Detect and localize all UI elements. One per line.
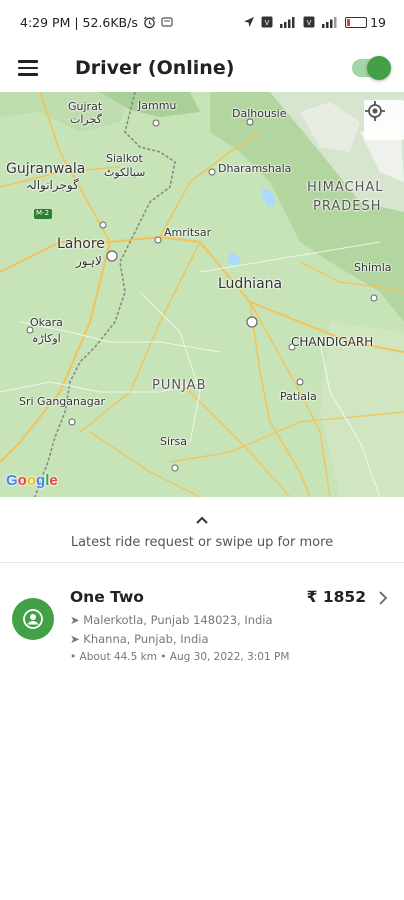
google-letter: g <box>36 472 46 489</box>
google-attribution: Google <box>6 472 58 489</box>
map-label-patiala: Patiala <box>280 390 317 403</box>
alarm-icon <box>143 16 156 29</box>
map-label-ludhiana: Ludhiana <box>218 276 283 292</box>
svg-text:V: V <box>307 19 312 27</box>
ride-meta: • About 44.5 km • Aug 30, 2022, 3:01 PM <box>70 651 290 663</box>
ride-request-item[interactable]: One Two ₹ 1852 ➤ Malerkotla, Punjab 1480… <box>0 570 404 680</box>
rider-name: One Two <box>70 588 144 606</box>
map-label-punjab: PUNJAB <box>152 378 207 393</box>
map-label-gujrat: Gujrat <box>68 100 103 113</box>
map-label-m2: M-2 <box>36 209 50 217</box>
status-right: V V 19 <box>243 15 386 30</box>
map-label-dharamshala: Dharamshala <box>218 162 292 175</box>
app-bar: Driver (Online) <box>0 44 404 92</box>
my-location-button[interactable] <box>364 100 404 140</box>
map-label-dalhousie: Dalhousie <box>232 107 287 120</box>
map-label-lahore-urdu: لاہور <box>76 254 102 268</box>
sheet-hint: Latest ride request or swipe up for more <box>70 535 334 550</box>
online-toggle[interactable] <box>352 56 391 80</box>
map-label-shimla: Shimla <box>354 261 392 274</box>
google-letter: o <box>26 472 37 489</box>
google-letter: e <box>49 472 58 489</box>
status-time-speed: 4:29 PM | 52.6KB/s <box>20 14 138 30</box>
map-label-sialkot-urdu: سیالکوٹ <box>104 166 146 179</box>
chevron-right-icon <box>378 590 388 610</box>
map-label-pradesh: PRADESH <box>313 199 382 214</box>
divider <box>0 562 404 563</box>
battery-indicator: 19 <box>345 15 386 30</box>
map-view[interactable]: Gujrat گجرات Jammu Dalhousie Gujranwala … <box>0 92 404 497</box>
status-left: 4:29 PM | 52.6KB/s <box>20 15 173 30</box>
map-label-himachal: HIMACHAL <box>307 180 384 195</box>
map-terrain <box>0 92 404 497</box>
message-icon <box>161 16 173 28</box>
bottom-sheet-handle[interactable]: Latest ride request or swipe up for more <box>0 500 404 562</box>
vowifi-icon: V <box>261 16 273 28</box>
page-title: Driver (Online) <box>75 57 235 79</box>
map-label-sri-ganganagar: Sri Ganganagar <box>19 395 105 408</box>
chevron-up-icon <box>195 510 209 529</box>
pickup-address: ➤ Malerkotla, Punjab 148023, India <box>70 613 273 627</box>
svg-text:V: V <box>265 19 270 27</box>
map-label-okara: Okara <box>30 316 63 329</box>
battery-percent: 19 <box>370 14 386 30</box>
map-label-okara-urdu: اوکاڑہ <box>32 332 61 345</box>
dropoff-address: ➤ Khanna, Punjab, India <box>70 632 209 646</box>
map-label-gujrat-urdu: گجرات <box>70 113 102 126</box>
google-letter: o <box>17 472 27 489</box>
map-label-amritsar: Amritsar <box>164 226 212 239</box>
ride-fare: ₹ 1852 <box>306 588 366 606</box>
volte-icon: V <box>303 16 315 28</box>
location-arrow-icon <box>243 16 255 28</box>
battery-fill <box>347 18 351 26</box>
signal-2-icon <box>321 16 339 28</box>
person-icon <box>23 609 43 629</box>
crosshair-icon <box>365 101 385 121</box>
map-label-gujranwala: Gujranwala <box>6 161 86 177</box>
avatar <box>12 598 54 640</box>
map-label-sirsa: Sirsa <box>160 435 188 448</box>
map-label-gujranwala-urdu: گوجرانوالہ <box>26 178 79 192</box>
menu-icon[interactable] <box>18 56 42 80</box>
map-label-sialkot: Sialkot <box>106 152 143 165</box>
map-label-jammu: Jammu <box>138 99 177 112</box>
signal-1-icon <box>279 16 297 28</box>
map-label-chandigarh: CHANDIGARH <box>291 335 374 349</box>
toggle-knob <box>367 56 391 80</box>
status-bar: 4:29 PM | 52.6KB/s V V 19 <box>0 0 404 44</box>
battery-icon <box>345 16 368 28</box>
map-label-lahore: Lahore <box>57 236 105 252</box>
google-letter: G <box>6 472 18 489</box>
